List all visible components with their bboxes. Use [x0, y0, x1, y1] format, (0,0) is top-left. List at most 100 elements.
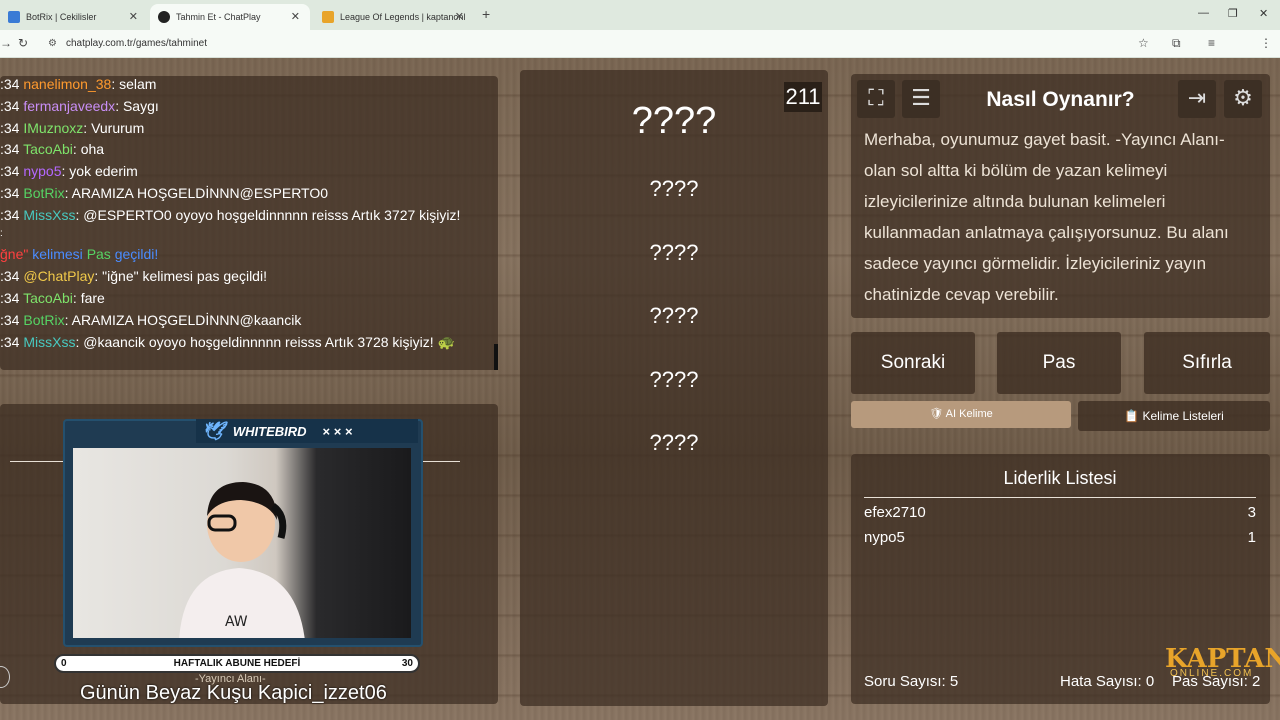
divider — [10, 461, 64, 462]
gear-icon[interactable]: ⚙ — [1224, 80, 1262, 118]
extensions-icon[interactable]: ⧉ — [1172, 36, 1181, 51]
new-tab-icon[interactable]: + — [482, 6, 490, 22]
bird-of-day-message: Günün Beyaz Kuşu Kapici_izzet06 — [80, 682, 387, 704]
word-lists-button[interactable]: 📋 Kelime Listeleri — [1078, 401, 1270, 431]
chat-username[interactable]: TacoAbi — [23, 141, 73, 157]
pass-count: Pas Sayısı: 2 — [1172, 673, 1261, 690]
chat-username[interactable]: BotRix — [23, 312, 64, 328]
chat-message: :34 TacoAbi: oha — [0, 141, 105, 157]
tab-tahmin-et[interactable]: Tahmin Et - ChatPlay ✕ — [150, 4, 310, 30]
chat-username[interactable]: IMuznoxz — [23, 120, 83, 136]
chat-text: Saygı — [122, 98, 159, 114]
site-info-icon[interactable]: ⚙ — [48, 38, 57, 49]
kaptan-favicon-icon — [322, 11, 334, 23]
chat-message: :34 TacoAbi: fare — [0, 290, 105, 306]
pass-button[interactable]: Pas — [997, 332, 1121, 394]
chat-message: :34 IMuznoxz: Vururum — [0, 120, 145, 136]
taboo-word: ???? — [649, 303, 699, 328]
close-window-icon[interactable]: ✕ — [1259, 7, 1268, 20]
tab-title: BotRix | Cekilisler — [26, 12, 97, 22]
chat-message: :34 nanelimon_38: selam — [0, 76, 157, 92]
webcam-header: 🕊 WHITEBIRD × × × — [196, 419, 418, 443]
ai-word-label: AI Kelime — [945, 408, 993, 420]
shield-icon: 🛡 — [929, 408, 944, 420]
chat-text: ARAMIZA HOŞGELDİNNN@ESPERTO0 — [71, 185, 329, 201]
botrix-favicon-icon — [8, 11, 20, 23]
media-icon[interactable]: ≡ — [1208, 36, 1215, 50]
webcam-brand: WHITEBIRD — [232, 423, 307, 439]
subscriber-goal-bar: 0 HAFTALIK ABUNE HEDEFİ 30 — [54, 654, 420, 673]
chat-message: :34 fermanjaveedx: Saygı — [0, 98, 159, 114]
minimize-icon[interactable]: — — [1198, 7, 1209, 19]
taboo-word: ???? — [649, 430, 699, 455]
divider — [422, 461, 460, 462]
chat-time: :34 — [0, 312, 20, 328]
close-tab-icon[interactable]: ✕ — [291, 10, 300, 23]
close-tab-icon[interactable]: ✕ — [455, 10, 464, 23]
chat-message: :34 MissXss: @ESPERTO0 oyoyo hoşgeldinnn… — [0, 207, 461, 223]
timer-counter: 211 — [784, 82, 822, 112]
chat-time: :34 — [0, 120, 20, 136]
chat-fragment: : — [0, 228, 3, 239]
reload-icon[interactable]: ↻ — [18, 36, 28, 50]
chat-username[interactable]: MissXss — [23, 207, 75, 223]
tab-title: League Of Legends | kaptanonl — [340, 12, 466, 22]
system-word: Pas — [86, 246, 111, 262]
close-tab-icon[interactable]: ✕ — [129, 10, 138, 23]
system-word: geçildi! — [114, 246, 159, 262]
svg-text:AW: AW — [225, 614, 248, 630]
next-button[interactable]: Sonraki — [851, 332, 975, 394]
clipboard-icon: 📋 — [1124, 409, 1140, 423]
taboo-word: ???? — [649, 176, 699, 201]
restore-icon[interactable]: ❐ — [1228, 7, 1238, 20]
chat-time: :34 — [0, 141, 20, 157]
chat-scrollbar[interactable] — [494, 344, 498, 370]
chat-text: oha — [80, 141, 105, 157]
bird-icon: 🕊 — [202, 420, 225, 441]
chat-text: selam — [119, 76, 157, 92]
chat-username[interactable]: @ChatPlay — [23, 268, 94, 284]
chat-time: :34 — [0, 185, 20, 201]
chat-text: @kaancik oyoyo hoşgeldinnnnn reisss Artı… — [83, 334, 455, 350]
tab-league-of-legends[interactable]: League Of Legends | kaptanonl ✕ — [314, 4, 474, 30]
logout-icon[interactable]: ⇥ — [1178, 80, 1216, 118]
leaderboard-row: nypo5 1 — [864, 529, 1256, 546]
chat-time: :34 — [0, 76, 20, 92]
leaderboard-title: Liderlik Listesi — [864, 468, 1256, 498]
player-score: 3 — [1247, 504, 1256, 521]
chat-username[interactable]: BotRix — [23, 185, 64, 201]
chat-text: fare — [80, 290, 105, 306]
url-field[interactable]: chatplay.com.tr/games/tahminet — [66, 38, 207, 49]
chat-system-message: ğne" kelimesi Pas geçildi! — [0, 244, 158, 264]
menu-icon[interactable]: ⋮ — [1260, 36, 1272, 50]
address-bar: → ↻ ⚙ chatplay.com.tr/games/tahminet ☆ ⧉… — [0, 30, 1280, 80]
question-count: Soru Sayısı: 5 — [864, 673, 959, 690]
webcam-video: AW — [73, 448, 411, 638]
player-name: efex2710 — [864, 504, 926, 521]
ai-word-button[interactable]: 🛡 AI Kelime — [851, 401, 1071, 428]
tab-title: Tahmin Et - ChatPlay — [176, 12, 261, 22]
browser-tab-bar: BotRix | Cekilisler ✕ Tahmin Et - ChatPl… — [0, 0, 1280, 30]
chat-username[interactable]: nypo5 — [23, 163, 61, 179]
forward-icon[interactable]: → — [0, 36, 12, 50]
chat-text: @ESPERTO0 oyoyo hoşgeldinnnnn reisss Art… — [83, 207, 461, 223]
chat-time: :34 — [0, 163, 20, 179]
chat-username[interactable]: fermanjaveedx — [23, 98, 115, 114]
system-word: kelimesi — [32, 246, 83, 262]
reset-button[interactable]: Sıfırla — [1144, 332, 1270, 394]
chat-message: :34 nypo5: yok ederim — [0, 163, 138, 179]
taboo-word: ???? — [649, 240, 699, 265]
chat-text: yok ederim — [69, 163, 138, 179]
bookmark-star-icon[interactable]: ☆ — [1138, 36, 1149, 50]
player-name: nypo5 — [864, 529, 905, 546]
chat-username[interactable]: MissXss — [23, 334, 75, 350]
player-score: 1 — [1247, 529, 1256, 546]
leaderboard-row: efex2710 3 — [864, 504, 1256, 521]
chat-username[interactable]: nanelimon_38 — [23, 76, 111, 92]
tab-botrix[interactable]: BotRix | Cekilisler ✕ — [0, 4, 148, 30]
system-word: ğne" — [0, 246, 29, 262]
chat-message: :34 BotRix: ARAMIZA HOŞGELDİNNN@ESPERTO0 — [0, 185, 329, 201]
webcam-marks: × × × — [322, 423, 353, 439]
chat-username[interactable]: TacoAbi — [23, 290, 73, 306]
goal-label: HAFTALIK ABUNE HEDEFİ — [173, 658, 301, 669]
